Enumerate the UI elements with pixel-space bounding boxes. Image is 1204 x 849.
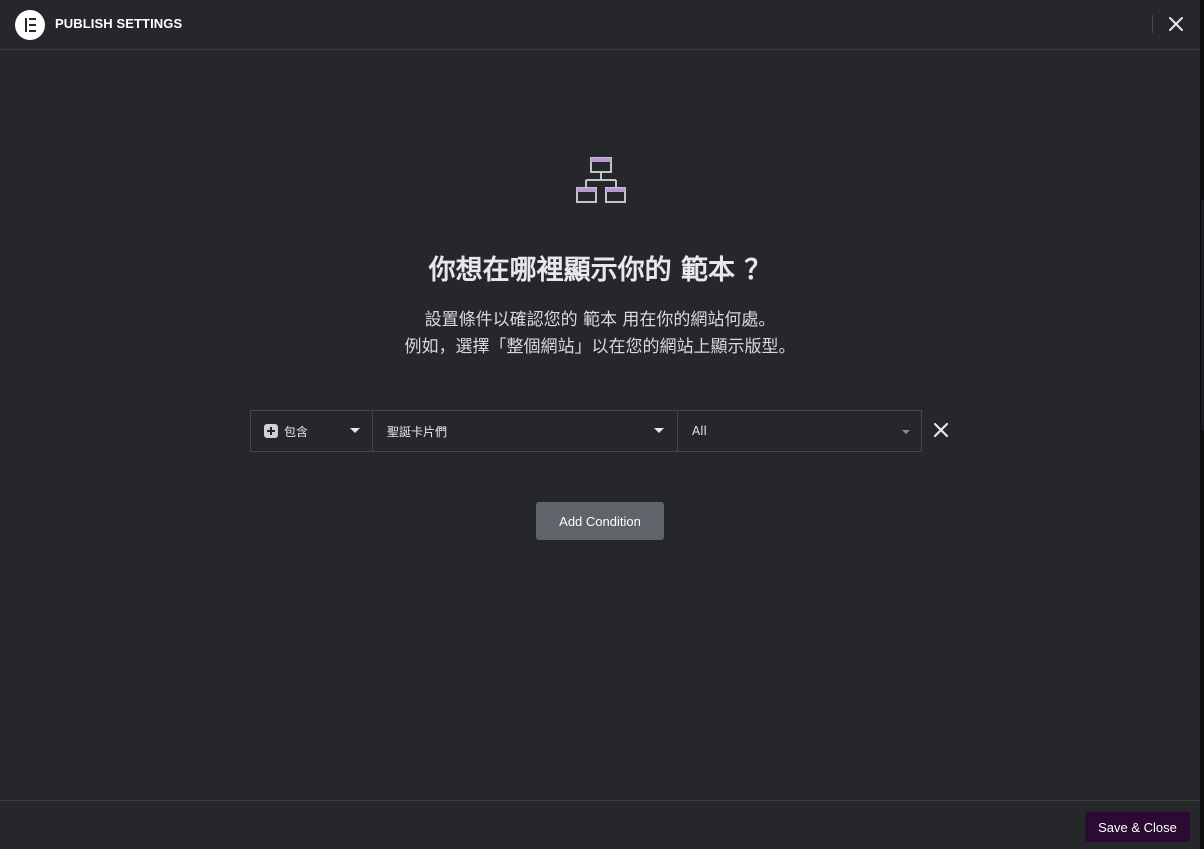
condition-type-select[interactable]: 包含 [251, 411, 373, 451]
close-icon [933, 422, 949, 438]
modal-footer: Save & Close [0, 800, 1200, 849]
caret-down-icon [902, 430, 910, 434]
elementor-logo-icon [15, 10, 45, 40]
header-divider [1152, 15, 1153, 33]
page-heading: 你想在哪裡顯示你的 範本 ？ [428, 255, 772, 286]
page-description: 設置條件以確認您的 範本 用在你的網站何處。 例如，選擇「整個網站」以在您的網站… [0, 307, 1200, 361]
plus-square-icon [264, 424, 278, 438]
remove-condition-button[interactable] [932, 421, 950, 439]
condition-name-select[interactable]: 聖誕卡片們 [373, 411, 678, 451]
modal-title: PUBLISH SETTINGS [55, 16, 183, 31]
description-line-1: 設置條件以確認您的 範本 用在你的網站何處。 [424, 310, 776, 330]
modal-header: PUBLISH SETTINGS [0, 0, 1200, 50]
close-modal-button[interactable] [1166, 14, 1186, 34]
save-close-button[interactable]: Save & Close [1085, 812, 1190, 842]
sitemap-icon [576, 157, 626, 203]
add-condition-button[interactable]: Add Condition [536, 502, 664, 540]
condition-type-value: 包含 [284, 424, 309, 439]
condition-sub-select[interactable]: All [678, 411, 921, 451]
publish-settings-modal: PUBLISH SETTINGS 你想在哪裡顯示你的 範本 ？ 設置條件以確認您… [0, 0, 1200, 849]
condition-name-value: 聖誕卡片們 [387, 424, 448, 439]
caret-down-icon [654, 428, 664, 433]
caret-down-icon [350, 428, 360, 433]
description-line-2: 例如，選擇「整個網站」以在您的網站上顯示版型。 [404, 337, 796, 357]
page-scrollbar[interactable] [1200, 0, 1204, 849]
close-icon [1169, 17, 1183, 31]
condition-sub-value: All [692, 424, 707, 438]
condition-row: 包含 聖誕卡片們 All [250, 410, 922, 452]
